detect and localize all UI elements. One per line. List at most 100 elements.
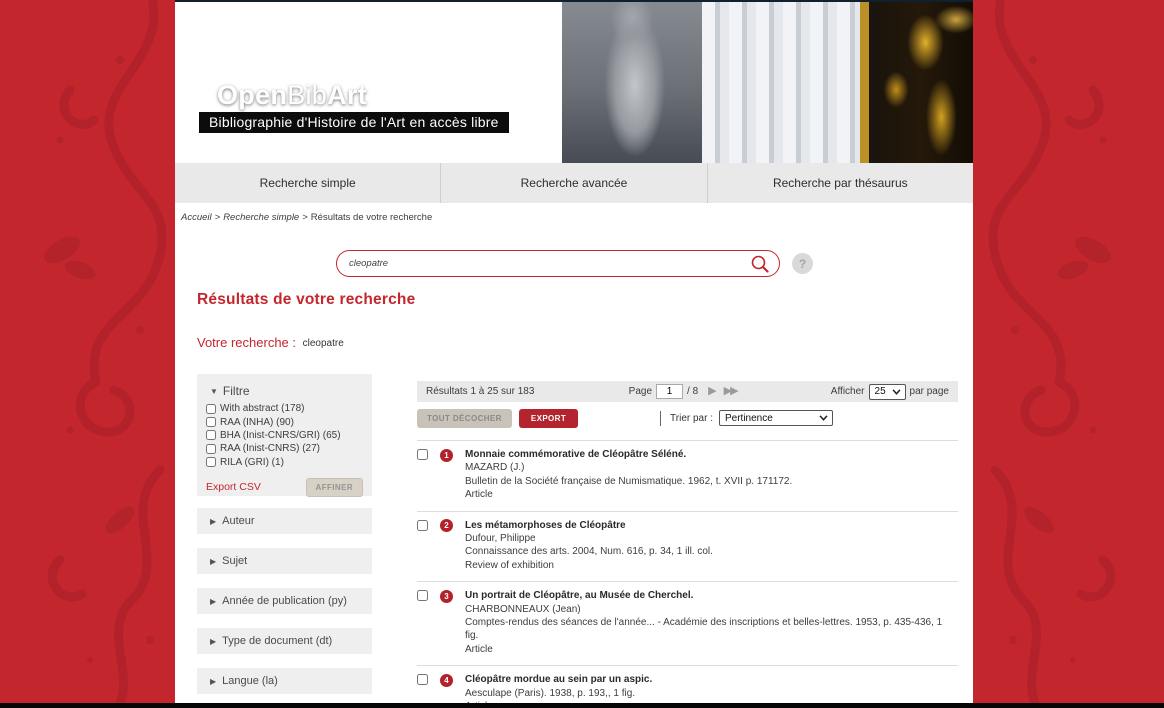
filter-option-raa-inist[interactable]: RAA (Inist-CNRS) (27) xyxy=(206,442,363,455)
filter-option-with-abstract[interactable]: With abstract (178) xyxy=(206,402,363,415)
filter-option-bha[interactable]: BHA (Inist-CNRS/GRI) (65) xyxy=(206,429,363,442)
query-line: Votre recherche : cleopatre xyxy=(197,335,973,350)
export-button[interactable]: EXPORT xyxy=(519,409,578,428)
result-checkbox[interactable] xyxy=(417,674,428,685)
sort-control: Trier par : Pertinence xyxy=(660,410,833,426)
search-icon xyxy=(749,253,771,275)
question-mark-icon: ? xyxy=(799,257,806,271)
result-number-badge: 3 xyxy=(440,590,453,603)
damask-ornament-left xyxy=(0,0,175,708)
filter-panel-header[interactable]: ▼ Filtre xyxy=(210,384,363,398)
result-number-badge: 4 xyxy=(440,674,453,687)
filter-option-rila[interactable]: RILA (GRI) (1) xyxy=(206,456,363,469)
bottom-black-bar xyxy=(0,703,1164,708)
result-text: Monnaie commémorative de Cléopâtre Sélén… xyxy=(465,448,958,502)
result-title[interactable]: Un portrait de Cléopâtre, au Musée de Ch… xyxy=(465,589,958,602)
sidebar-section-auteur[interactable]: ▶ Auteur xyxy=(197,508,372,534)
sort-select[interactable]: Pertinence xyxy=(719,410,833,426)
result-type: Review of exhibition xyxy=(465,559,958,572)
breadcrumb: Accueil>Recherche simple>Résultats de vo… xyxy=(181,212,973,225)
filter-option-label: RAA (INHA) (90) xyxy=(220,417,294,428)
result-item-1: 1 Monnaie commémorative de Cléopâtre Sél… xyxy=(417,441,958,512)
result-text: Un portrait de Cléopâtre, au Musée de Ch… xyxy=(465,589,958,656)
filter-checkbox[interactable] xyxy=(206,404,216,414)
pagination: Page / 8 ▶ ▶▶ xyxy=(629,384,737,399)
collapse-triangle-icon: ▼ xyxy=(210,387,218,396)
sidebar-section-label: Langue (la) xyxy=(222,675,278,687)
result-title[interactable]: Monnaie commémorative de Cléopâtre Sélén… xyxy=(465,448,958,461)
page-number-input[interactable] xyxy=(656,384,683,399)
per-page-label: Afficher xyxy=(831,386,865,397)
chevron-down-icon xyxy=(819,415,828,421)
per-page-control: Afficher 25 par page xyxy=(831,384,949,400)
filter-checkbox[interactable] xyxy=(206,417,216,427)
damask-ornament-right xyxy=(973,0,1164,708)
logo-art: Art xyxy=(327,80,367,110)
uncheck-all-button[interactable]: TOUT DÉCOCHER xyxy=(417,409,512,428)
expand-triangle-icon: ▶ xyxy=(210,677,216,686)
filter-checkbox[interactable] xyxy=(206,430,216,440)
expand-triangle-icon: ▶ xyxy=(210,517,216,526)
search-button[interactable] xyxy=(749,250,779,277)
filter-checkbox[interactable] xyxy=(206,444,216,454)
filter-footer: Export CSV AFFINER xyxy=(206,478,363,497)
search-mode-tabs: Recherche simple Recherche avancée Reche… xyxy=(175,163,973,203)
sidebar-section-label: Année de publication (py) xyxy=(222,595,347,607)
query-value: cleopatre xyxy=(303,338,344,349)
openbibart-logo[interactable]: OpenBibArt xyxy=(217,80,367,111)
last-page-icon[interactable]: ▶▶ xyxy=(724,386,737,397)
result-number-badge: 2 xyxy=(440,519,453,532)
result-checkbox[interactable] xyxy=(417,520,428,531)
expand-triangle-icon: ▶ xyxy=(210,597,216,606)
breadcrumb-recherche-simple[interactable]: Recherche simple xyxy=(223,212,299,223)
result-title[interactable]: Les métamorphoses de Cléopâtre xyxy=(465,519,958,532)
results-toolbar-actions: TOUT DÉCOCHER EXPORT Trier par : Pertine… xyxy=(417,409,958,427)
breadcrumb-separator: > xyxy=(302,212,308,223)
query-label: Votre recherche : xyxy=(197,335,296,350)
next-page-icon[interactable]: ▶ xyxy=(708,386,714,397)
result-checkbox[interactable] xyxy=(417,590,428,601)
result-item-4: 4 Cléopâtre mordue au sein par un aspic.… xyxy=(417,666,958,707)
content-column: OpenBibArt Bibliographie d'Histoire de l… xyxy=(175,0,973,703)
main-area: ▼ Filtre With abstract (178) RAA (INHA) … xyxy=(175,374,973,707)
filter-option-label: BHA (Inist-CNRS/GRI) (65) xyxy=(220,430,341,441)
banner-art-statue xyxy=(562,0,702,163)
result-citation: Aesculape (Paris). 1938, p. 193,, 1 fig. xyxy=(465,687,958,700)
search-input[interactable] xyxy=(337,258,749,269)
tab-recherche-simple[interactable]: Recherche simple xyxy=(175,163,440,203)
result-citation: Connaissance des arts. 2004, Num. 616, p… xyxy=(465,545,958,558)
facet-sidebar: ▼ Filtre With abstract (178) RAA (INHA) … xyxy=(197,374,372,707)
banner-top-line xyxy=(175,0,973,2)
sidebar-section-type-document[interactable]: ▶ Type de document (dt) xyxy=(197,628,372,654)
export-csv-link[interactable]: Export CSV xyxy=(206,481,261,493)
tab-recherche-avancee[interactable]: Recherche avancée xyxy=(440,163,706,203)
breadcrumb-separator: > xyxy=(215,212,221,223)
logo-bib: Bib xyxy=(287,80,327,110)
filter-option-raa-inha[interactable]: RAA (INHA) (90) xyxy=(206,415,363,428)
tab-recherche-thesaurus[interactable]: Recherche par thésaurus xyxy=(707,163,973,203)
page-total: / 8 xyxy=(687,386,698,397)
result-checkbox[interactable] xyxy=(417,449,428,460)
sidebar-section-sujet[interactable]: ▶ Sujet xyxy=(197,548,372,574)
sidebar-section-langue[interactable]: ▶ Langue (la) xyxy=(197,668,372,694)
refine-button[interactable]: AFFINER xyxy=(306,478,363,497)
result-list: 1 Monnaie commémorative de Cléopâtre Sél… xyxy=(417,440,958,707)
result-title[interactable]: Cléopâtre mordue au sein par un aspic. xyxy=(465,673,958,686)
per-page-select[interactable]: 25 xyxy=(869,384,906,400)
sidebar-section-annee[interactable]: ▶ Année de publication (py) xyxy=(197,588,372,614)
result-number-badge: 1 xyxy=(440,449,453,462)
header-banner: OpenBibArt Bibliographie d'Histoire de l… xyxy=(175,0,973,163)
site-tagline: Bibliographie d'Histoire de l'Art en acc… xyxy=(199,112,509,133)
banner-art-school-of-athens xyxy=(340,0,562,163)
search-box xyxy=(336,250,780,277)
vertical-divider xyxy=(660,411,661,426)
sidebar-section-label: Type de document (dt) xyxy=(222,635,332,647)
result-item-2: 2 Les métamorphoses de Cléopâtre Dufour,… xyxy=(417,512,958,583)
results-toolbar-top: Résultats 1 à 25 sur 183 Page / 8 ▶ ▶▶ A… xyxy=(417,381,958,402)
breadcrumb-accueil[interactable]: Accueil xyxy=(181,212,212,223)
help-button[interactable]: ? xyxy=(792,253,813,274)
result-author: CHARBONNEAUX (Jean) xyxy=(465,603,958,616)
filter-checkbox[interactable] xyxy=(206,457,216,467)
logo-open: Open xyxy=(217,80,287,110)
per-page-suffix: par page xyxy=(910,386,949,397)
